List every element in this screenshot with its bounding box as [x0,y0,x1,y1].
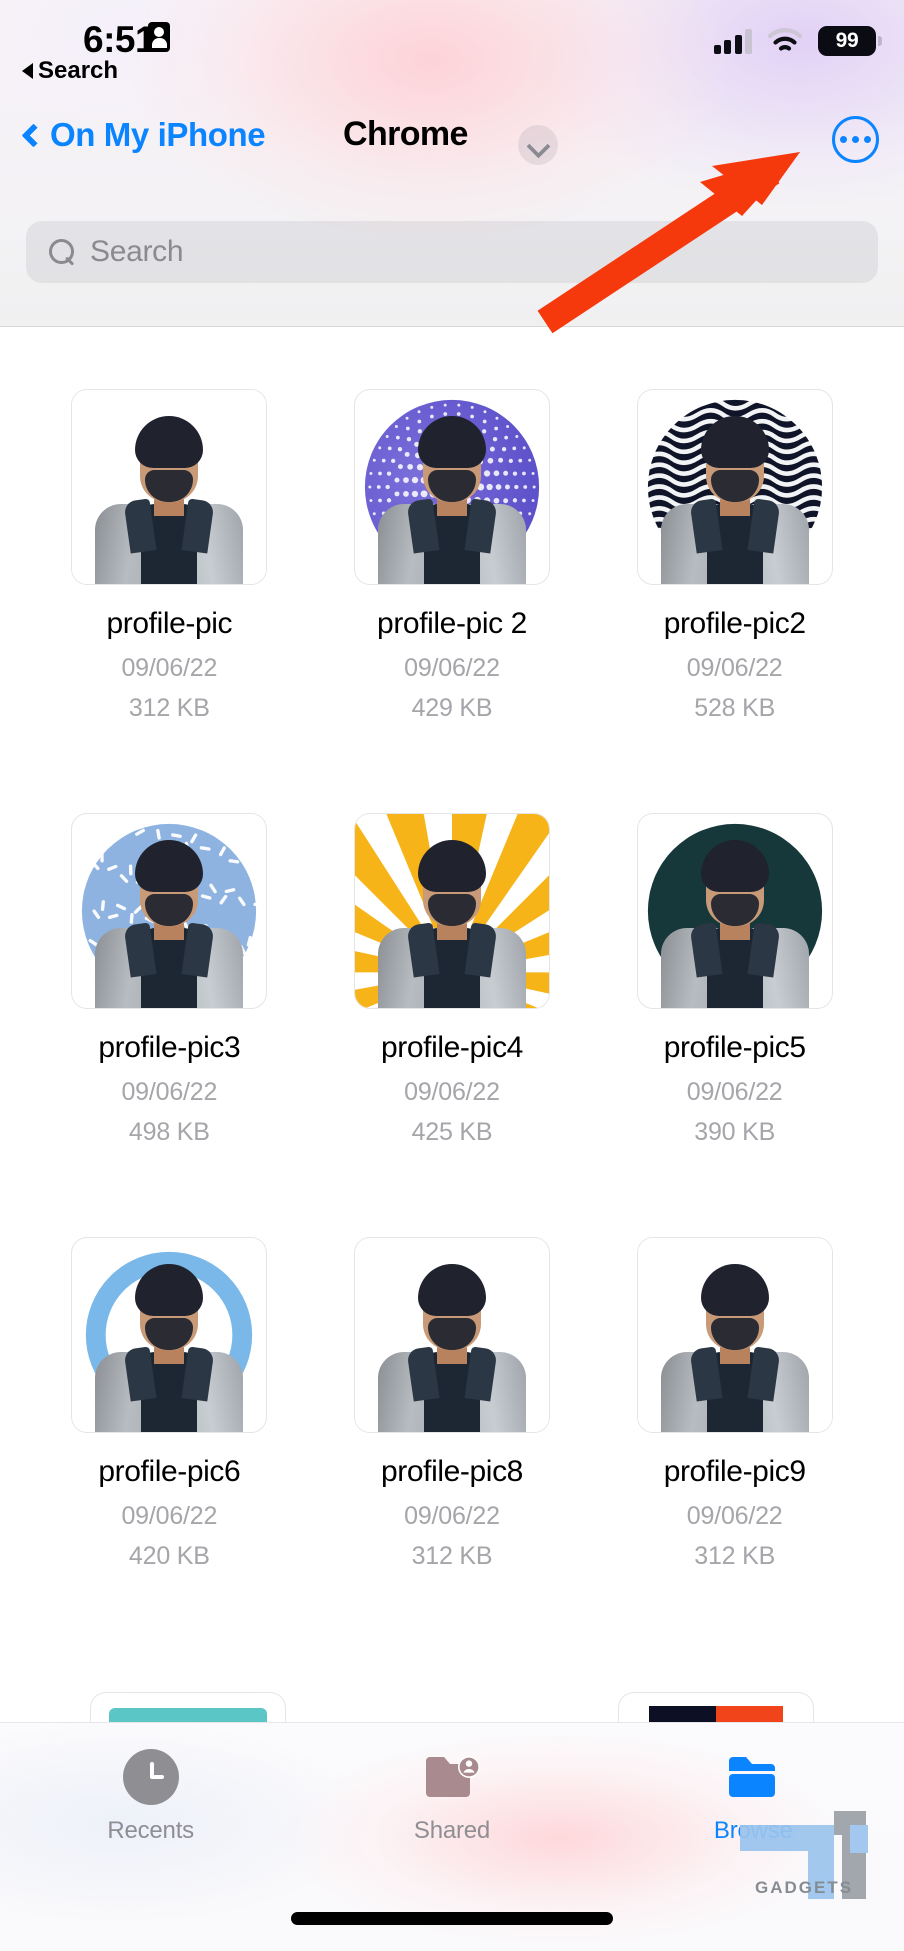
file-size: 429 KB [411,694,493,722]
gadgets-watermark: GADGETS [730,1781,880,1899]
profile-photo-subject [372,1256,532,1432]
back-button[interactable]: On My iPhone [21,116,266,154]
profile-photo-subject [372,408,532,584]
file-size: 312 KB [128,694,210,722]
tab-label: Shared [413,1817,491,1844]
chevron-down-icon[interactable] [518,125,558,165]
profile-photo-subject [89,1256,249,1432]
file-thumbnail[interactable] [71,813,268,1009]
file-size: 312 KB [411,1542,493,1570]
file-item[interactable]: profile-pic8 09/06/22 312 KB [311,1237,594,1571]
file-thumbnail-partial[interactable] [90,1692,286,1722]
file-date: 09/06/22 [686,654,783,682]
search-icon [48,238,76,266]
file-size: 312 KB [694,1542,776,1570]
file-thumbnail-partial[interactable] [618,1692,814,1722]
file-thumbnail[interactable] [636,813,833,1009]
file-thumbnail[interactable] [636,389,833,585]
file-date: 09/06/22 [404,1078,500,1106]
profile-photo-subject [372,832,532,1008]
file-thumbnail[interactable] [71,1237,268,1433]
status-bar: 6:51 Search 99 [0,0,904,100]
file-grid-area[interactable]: profile-pic 09/06/22 312 KB profile-pic … [0,327,904,1722]
battery-indicator: 99 [818,26,882,56]
file-item[interactable]: profile-pic2 09/06/22 528 KB [593,389,876,723]
chevron-left-icon [21,122,46,148]
file-item[interactable]: profile-pic 09/06/22 312 KB [28,389,311,723]
file-size: 390 KB [694,1118,776,1146]
triangle-left-icon [22,63,33,79]
back-to-search-button[interactable]: Search [22,57,118,85]
file-date: 09/06/22 [404,1502,500,1530]
cellular-signal-icon [713,28,752,54]
profile-photo-subject [655,1256,815,1432]
tab-recents[interactable]: Recents [0,1749,301,1845]
battery-percent-label: 99 [835,29,859,52]
file-name: profile-pic9 [663,1455,806,1488]
file-size: 498 KB [128,1118,210,1146]
file-item[interactable]: profile-pic 2 09/06/22 429 KB [311,389,594,723]
file-name: profile-pic5 [663,1031,806,1064]
home-indicator [291,1912,613,1925]
file-name: profile-pic2 [663,607,806,640]
file-thumbnail[interactable] [353,813,550,1009]
profile-photo-subject [655,408,815,584]
profile-photo-subject [89,832,249,1008]
wifi-icon [767,28,803,54]
file-date: 09/06/22 [404,654,500,682]
ellipsis-circle-icon[interactable] [832,116,879,163]
location-arrow-icon [148,22,170,52]
file-item[interactable]: profile-pic6 09/06/22 420 KB [28,1237,311,1571]
file-date: 09/06/22 [686,1502,783,1530]
file-thumbnail[interactable] [71,389,268,585]
profile-photo-subject [655,832,815,1008]
file-grid: profile-pic 09/06/22 312 KB profile-pic … [0,327,904,1661]
file-date: 09/06/22 [121,1078,218,1106]
tab-bar: Recents Shared Browse GADGETS [0,1722,904,1951]
profile-photo-subject [89,408,249,584]
file-size: 420 KB [128,1542,210,1570]
tab-label: Recents [107,1817,194,1844]
file-size: 425 KB [411,1118,493,1146]
file-date: 09/06/22 [686,1078,783,1106]
back-button-label: On My iPhone [50,116,266,153]
file-item[interactable]: profile-pic9 09/06/22 312 KB [593,1237,876,1571]
iphone-screen: 6:51 Search 99 On My iPhone Chrome Searc… [0,0,904,1951]
status-time: 6:51 [83,19,156,60]
tab-shared[interactable]: Shared [301,1749,602,1845]
back-to-search-label: Search [38,57,119,84]
file-item[interactable]: profile-pic5 09/06/22 390 KB [593,813,876,1147]
status-indicators: 99 [713,26,882,56]
file-thumbnail[interactable] [353,389,550,585]
file-item[interactable]: profile-pic3 09/06/22 498 KB [28,813,311,1147]
file-thumbnail[interactable] [636,1237,833,1433]
file-thumbnail[interactable] [353,1237,550,1433]
file-name: profile-pic [106,607,233,640]
watermark-text: GADGETS [755,1878,853,1897]
search-field[interactable]: Search [26,221,878,283]
search-placeholder: Search [90,235,184,268]
file-name: profile-pic4 [381,1031,523,1064]
file-size: 528 KB [694,694,776,722]
file-name: profile-pic 2 [377,607,527,640]
file-name: profile-pic8 [381,1455,523,1488]
nav-bar: On My iPhone Chrome [0,100,904,178]
file-name: profile-pic3 [98,1031,241,1064]
file-name: profile-pic6 [98,1455,241,1488]
file-item[interactable]: profile-pic4 09/06/22 425 KB [311,813,594,1147]
shared-folder-icon [425,1756,480,1797]
navigation-header: 6:51 Search 99 On My iPhone Chrome Searc… [0,0,904,327]
clock-icon [122,1749,179,1805]
partial-next-row [0,1680,904,1722]
file-date: 09/06/22 [121,1502,218,1530]
page-title: Chrome [343,115,468,153]
file-date: 09/06/22 [121,654,218,682]
